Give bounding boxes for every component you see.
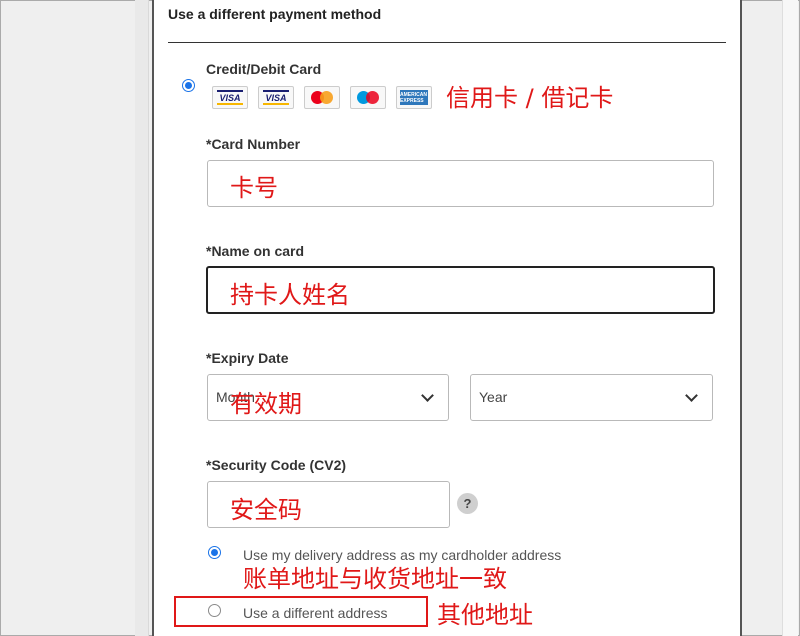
credit-card-label: Credit/Debit Card <box>206 61 322 77</box>
same-address-note: 账单地址与收货地址一致 <box>243 565 507 593</box>
different-address-label: Use a different address <box>243 605 388 621</box>
different-address-radio[interactable] <box>208 604 221 617</box>
expiry-date-note: 有效期 <box>230 390 302 418</box>
card-type-note: 信用卡 / 借记卡 <box>446 84 614 112</box>
chevron-down-icon <box>685 389 698 402</box>
maestro-icon <box>350 86 386 109</box>
security-code-note: 安全码 <box>230 496 302 524</box>
section-title: Use a different payment method <box>168 6 382 22</box>
same-address-radio[interactable] <box>208 546 221 559</box>
help-icon[interactable]: ? <box>457 493 478 514</box>
right-background-panel <box>782 0 798 636</box>
name-on-card-note: 持卡人姓名 <box>230 281 350 309</box>
chevron-down-icon <box>421 389 434 402</box>
card-number-label: *Card Number <box>206 136 301 152</box>
name-on-card-label: *Name on card <box>206 243 305 259</box>
expiry-year-select[interactable]: Year <box>470 374 713 421</box>
security-code-label: *Security Code (CV2) <box>206 457 347 473</box>
credit-card-radio[interactable] <box>182 79 195 92</box>
section-divider <box>168 42 726 43</box>
visa-icon: VISA <box>212 86 248 109</box>
card-number-note: 卡号 <box>230 174 278 202</box>
left-background-panel <box>135 0 149 636</box>
mastercard-icon <box>304 86 340 109</box>
different-address-note: 其他地址 <box>437 601 533 629</box>
expiry-year-value: Year <box>479 389 508 405</box>
visa-electron-icon: VISA <box>258 86 294 109</box>
expiry-date-label: *Expiry Date <box>206 350 289 366</box>
amex-icon: AMERICAN EXPRESS <box>396 86 432 109</box>
card-number-input[interactable] <box>207 160 714 207</box>
